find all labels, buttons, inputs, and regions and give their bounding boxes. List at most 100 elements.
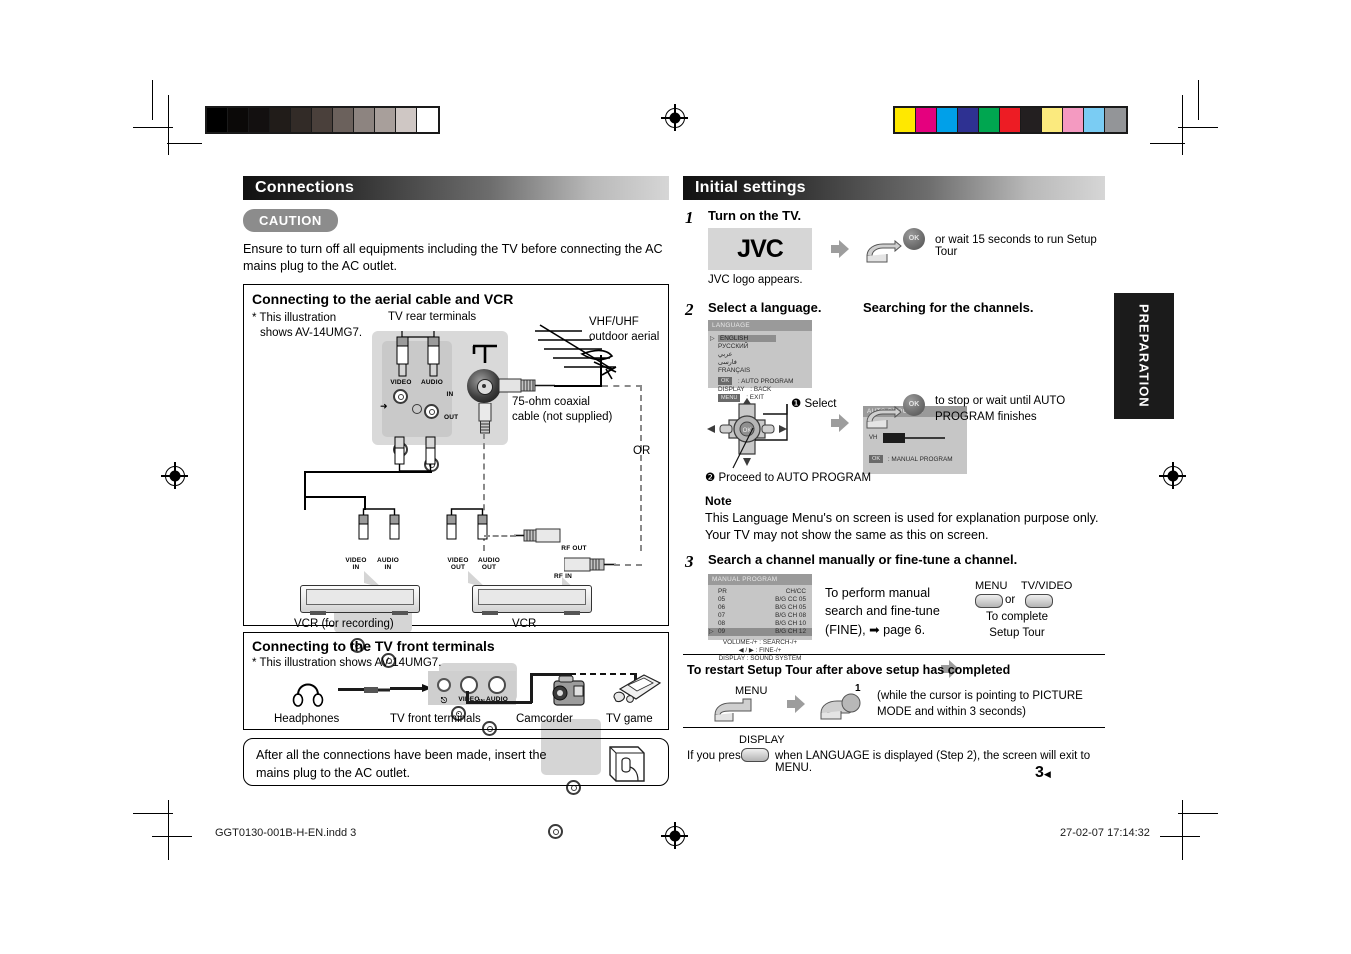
manual-program-pr: 07 (718, 612, 726, 619)
desc-line-2: search and fine-tune (825, 604, 940, 619)
calibration-swatch (895, 108, 916, 132)
language-option[interactable]: FRANÇAIS (708, 367, 812, 375)
tv-direction-arrow-icon: ➜ (380, 401, 388, 411)
tv-audio-in-jack (424, 404, 439, 419)
tv-video-label: VIDEO (390, 379, 412, 386)
vcr2-audio-label: AUDIO (478, 557, 500, 564)
step-2-title-left: Select a language. (708, 300, 822, 315)
manual-program-cursor-icon: ▷ (709, 629, 714, 635)
headphone-plug (364, 683, 390, 701)
coax-lead-vertical (600, 355, 602, 386)
display-note-pre: If you press (687, 750, 747, 762)
calibration-swatch (1000, 108, 1021, 132)
step-3-number: 3 (685, 552, 694, 571)
step-1-number: 1 (685, 208, 694, 227)
vcr2-out-label-1: OUT (450, 564, 466, 571)
manual-program-channel: B/G CC 05 (775, 596, 806, 603)
calibration-swatch (249, 108, 270, 132)
color-calibration-bar (893, 106, 1128, 134)
osd-key-action: : BACK (748, 385, 772, 393)
manual-program-row[interactable]: 08 B/G CH 10 (708, 620, 812, 628)
rf-out-plug (514, 528, 566, 549)
tv-out-label: OUT (444, 414, 459, 421)
language-option[interactable]: عربي (708, 351, 812, 359)
coax-lead-horizontal (554, 385, 602, 387)
tv-out-bus (304, 471, 432, 473)
ac-outlet-box: After all the connections have been made… (243, 738, 669, 786)
language-hint-row: DISPLAY : BACK (708, 386, 812, 394)
manual-program-pr: 05 (718, 596, 726, 603)
desc-line-3: (FINE), ➡ page 6. (825, 622, 926, 637)
vcr1-foot-left (310, 611, 326, 615)
language-option[interactable]: ▷ ENGLISH (708, 335, 812, 343)
language-option[interactable]: فارسی (708, 359, 812, 367)
jvc-logo-screen: JVC (708, 228, 812, 270)
front-terminals-caption: TV front terminals (390, 713, 481, 725)
page-number-arrow-icon: ◀ (1043, 769, 1051, 779)
registration-mark-right (1159, 462, 1186, 489)
manual-program-row[interactable]: 06 B/G CH 05 (708, 604, 812, 612)
tv-rear-terminals-label: TV rear terminals (388, 311, 477, 323)
step-2-ok-action: to stop or wait until AUTO PROGRAM finis… (935, 394, 1065, 425)
coax-cable-label: 75-ohm coaxial cable (not supplied) (512, 395, 612, 425)
manual-program-channel: B/G CH 12 (775, 628, 806, 635)
complete-line-1: To complete (985, 611, 1048, 623)
camcorder-cable-vertical-b (530, 673, 533, 703)
note-line-2: shows AV-14UMG7. (260, 326, 363, 339)
tv-game-caption: TV game (606, 713, 653, 725)
display-note-post: when LANGUAGE is displayed (Step 2), the… (775, 750, 1091, 774)
tv-in-label: IN (446, 391, 454, 398)
camcorder-icon (544, 673, 596, 714)
calibration-swatch (270, 108, 291, 132)
auto-program-hint-key: OK (869, 455, 884, 463)
manual-program-osd-screen: MANUAL PROGRAM PR CH/CC 05 B/G CC 05 06 B/G… (708, 574, 812, 662)
vcr2-out-label-2: OUT (481, 564, 497, 571)
tvvideo-key-button[interactable] (1025, 594, 1053, 608)
step-2-ok-button[interactable]: OK (903, 394, 925, 416)
manual-program-header-row: PR CH/CC (708, 588, 812, 596)
step-1-ok-button[interactable]: OK (903, 228, 925, 250)
vcr1-cable-plugs (356, 507, 406, 552)
front-terminals-title: Connecting to the TV front terminals (252, 638, 495, 654)
step-2-number: 2 (685, 300, 694, 319)
camcorder-cable-horizontal-a (466, 701, 532, 704)
display-key-button[interactable] (741, 748, 769, 762)
headphones-icon (292, 673, 340, 712)
preparation-side-tab: PREPARATION (1114, 293, 1174, 419)
manual-page: Connections CAUTION Ensure to turn off a… (0, 0, 1351, 954)
desc-line-1: To perform manual (825, 586, 930, 600)
manual-program-row[interactable]: 05 B/G CC 05 (708, 596, 812, 604)
language-option[interactable]: РУССКИЙ (708, 343, 812, 351)
vcr1-feed-bus (304, 496, 366, 498)
calibration-swatch (417, 108, 438, 132)
language-osd-title: LANGUAGE (708, 320, 812, 331)
manual-program-rows: 05 B/G CC 05 06 B/G CH 05 07 B/G CH 08 08 B/G C… (708, 596, 812, 636)
caution-text: Ensure to turn off all equipments includ… (243, 242, 663, 273)
note-title: Note (705, 494, 732, 508)
step-3-description: To perform manual search and fine-tune (… (825, 584, 940, 639)
language-hint-row: OK : AUTO PROGRAM (708, 377, 812, 386)
menu-key-button[interactable] (975, 594, 1003, 608)
note-body-line-1: This Language Menu's on screen is used f… (705, 511, 1099, 525)
step-3-title: Search a channel manually or fine-tune a… (708, 552, 1018, 567)
jvc-logo-caption: JVC logo appears. (708, 274, 803, 286)
cursor-select-caption: ❶ Select (791, 398, 837, 410)
osd-key-chip: OK (718, 377, 733, 385)
front-audio-jack (488, 676, 506, 694)
front-headphone-jack (437, 678, 451, 692)
front-terminals-note: * This illustration shows AV-14UMG7. (252, 657, 442, 669)
vcr1-foot-right (392, 611, 408, 615)
calibration-swatch (354, 108, 375, 132)
initial-settings-column: Initial settings 1 Turn on the TV. JVC J… (683, 176, 1105, 781)
manual-program-channel: B/G CH 05 (775, 604, 806, 611)
aerial-vcr-title: Connecting to the aerial cable and VCR (252, 291, 514, 307)
registration-mark-left (161, 462, 188, 489)
manual-program-hint: ◀ / ▶ : FINE-/+ (738, 647, 782, 654)
manual-program-pr: 09 (718, 628, 726, 635)
calibration-swatch (1063, 108, 1084, 132)
manual-program-row[interactable]: 07 B/G CH 08 (708, 612, 812, 620)
restart-hand-menu-icon (713, 693, 765, 728)
tv-video-in-jack (393, 389, 408, 404)
calibration-swatch (396, 108, 417, 132)
manual-program-row[interactable]: ▷ 09 B/G CH 12 (708, 628, 812, 636)
